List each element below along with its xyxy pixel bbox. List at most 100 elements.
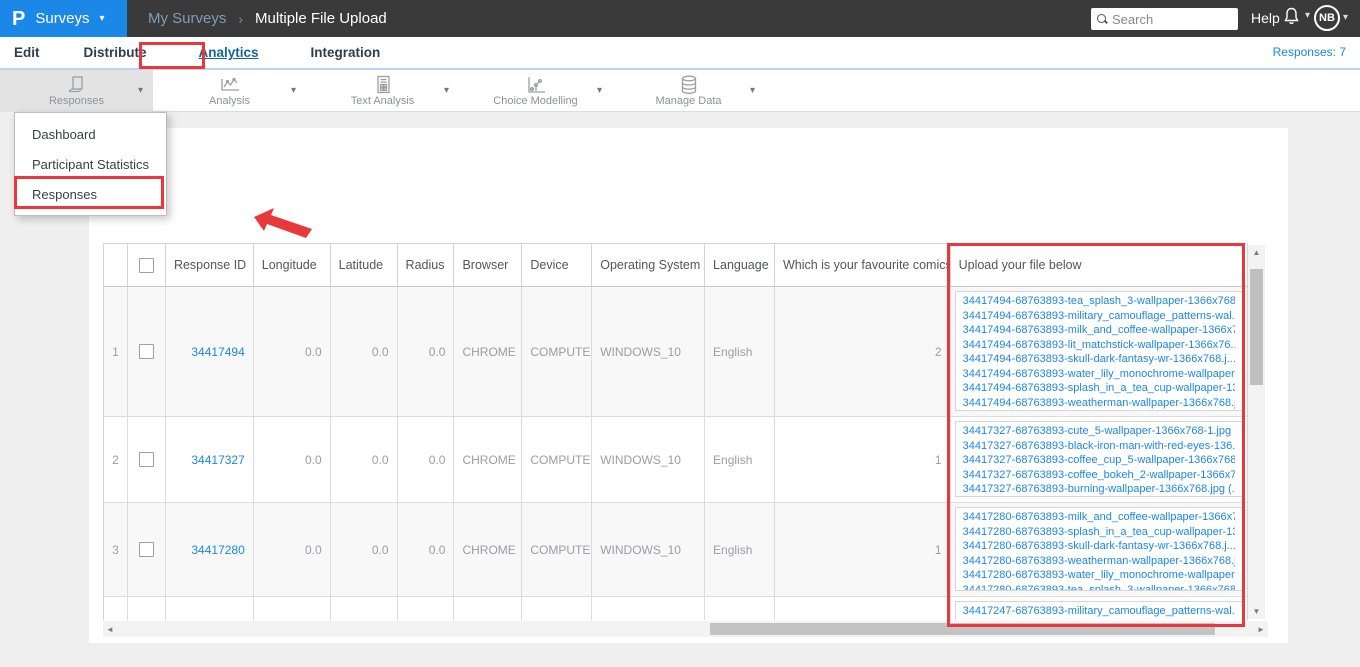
table-body: 1 34417494 0.0 0.0 0.0 CHROME COMPUTER WINDOWS_…	[103, 287, 1248, 620]
row-checkbox[interactable]	[138, 452, 154, 467]
tab-analytics[interactable]: Analytics	[199, 45, 259, 60]
file-link[interactable]: 34417280-68763893-tea_splash_3-wallpaper…	[963, 583, 1235, 591]
column-header-files[interactable]: Upload your file below	[951, 244, 1247, 286]
toolbar-group-text-analysis[interactable]: Text Analysis ▾	[306, 70, 459, 112]
vertical-scrollbar[interactable]: ▲ ▼	[1248, 245, 1265, 619]
chevron-down-icon: ▾	[1343, 12, 1349, 23]
response-id-link[interactable]: 34417494	[191, 345, 244, 359]
file-link[interactable]: 34417327-68763893-cute_5-wallpaper-1366x…	[963, 424, 1235, 439]
column-header-latitude[interactable]: Latitude	[331, 244, 398, 286]
column-header-language[interactable]: Language	[705, 244, 775, 286]
responses-dropdown-menu: Dashboard Participant Statistics Respons…	[14, 112, 167, 216]
table-row: 3 34417280 0.0 0.0 0.0 CHROME COMPUTER WINDOWS_…	[104, 503, 1247, 597]
file-link[interactable]: 34417494-68763893-splash_in_a_tea_cup-wa…	[963, 381, 1235, 396]
file-link[interactable]: 34417494-68763893-milk_and_coffee-wallpa…	[963, 323, 1235, 338]
cell-num: 2	[104, 417, 128, 502]
file-link[interactable]: 34417494-68763893-weatherman-wallpaper-1…	[963, 396, 1235, 411]
cell-radius	[398, 597, 455, 620]
cell-os: WINDOWS_10	[592, 287, 706, 416]
notifications-button[interactable]: ▾	[1282, 6, 1310, 26]
file-link[interactable]: 34417494-68763893-lit_matchstick-wallpap…	[963, 338, 1235, 353]
scroll-left-icon[interactable]: ◄	[103, 621, 117, 637]
analytics-toolbar: Responses ▾ Analysis ▾ Text Analysis ▾ C…	[0, 70, 1360, 112]
cell-os: WINDOWS_10	[592, 417, 706, 502]
vertical-scrollbar-thumb[interactable]	[1250, 269, 1263, 385]
column-header-radius[interactable]: Radius	[398, 244, 455, 286]
scroll-up-icon[interactable]: ▲	[1248, 245, 1265, 260]
table-header-row: Response ID▲ Longitude Latitude Radius Brows…	[103, 243, 1248, 287]
column-header-comics[interactable]: Which is your favourite comics?	[775, 244, 951, 286]
select-all-checkbox[interactable]	[138, 257, 154, 273]
row-checkbox[interactable]	[138, 542, 154, 557]
file-link[interactable]: 34417327-68763893-burning-wallpaper-1366…	[963, 482, 1235, 496]
help-link[interactable]: Help	[1251, 10, 1280, 26]
file-link[interactable]: 34417327-68763893-black-iron-man-with-re…	[963, 439, 1235, 454]
tab-edit[interactable]: Edit	[14, 45, 40, 60]
toolbar-group-responses[interactable]: Responses ▾	[0, 70, 153, 112]
response-id-link[interactable]: 34417280	[191, 543, 244, 557]
column-header-id[interactable]: Response ID▲	[166, 244, 254, 286]
file-link[interactable]: 34417247-68763893-splash_in_a_tea_cup-wa…	[963, 619, 1235, 621]
horizontal-scrollbar-thumb[interactable]	[710, 623, 1215, 635]
top-bar: P Surveys ▾ My Surveys › Multiple File U…	[0, 0, 1360, 37]
tab-integration[interactable]: Integration	[311, 45, 381, 60]
account-menu[interactable]: NB ▾	[1314, 5, 1348, 31]
bell-icon	[1284, 7, 1299, 25]
column-header-longitude[interactable]: Longitude	[254, 244, 331, 286]
surveys-product-menu[interactable]: P Surveys ▾	[0, 0, 127, 37]
file-link[interactable]: 34417280-68763893-weatherman-wallpaper-1…	[963, 554, 1235, 569]
file-link[interactable]: 34417280-68763893-skull-dark-fantasy-wr-…	[963, 539, 1235, 554]
breadcrumb-separator-icon: ›	[238, 10, 244, 27]
toolbar-group-analysis[interactable]: Analysis ▾	[153, 70, 306, 112]
cell-latitude: 0.0	[331, 287, 398, 416]
scroll-down-icon[interactable]: ▼	[1248, 604, 1265, 619]
column-header-label: Longitude	[261, 258, 317, 272]
cell-files: 34417327-68763893-cute_5-wallpaper-1366x…	[951, 417, 1247, 502]
menu-item-responses[interactable]: Responses	[15, 179, 166, 209]
tab-distribute[interactable]: Distribute	[84, 45, 147, 60]
cell-longitude	[254, 597, 331, 620]
file-link[interactable]: 34417494-68763893-military_camouflage_pa…	[963, 309, 1235, 324]
chevron-down-icon: ▾	[99, 12, 105, 24]
questionpro-logo-icon: P	[12, 7, 26, 30]
row-checkbox[interactable]	[138, 344, 154, 359]
responses-count-badge[interactable]: Responses: 7	[1273, 45, 1346, 59]
file-link[interactable]: 34417280-68763893-water_lily_monochrome-…	[963, 568, 1235, 583]
breadcrumb-my-surveys[interactable]: My Surveys	[148, 10, 226, 27]
file-link[interactable]: 34417327-68763893-coffee_cup_5-wallpaper…	[963, 453, 1235, 468]
uploaded-files-box: 34417247-68763893-military_camouflage_pa…	[954, 601, 1243, 621]
file-link[interactable]: 34417494-68763893-tea_splash_3-wallpaper…	[963, 294, 1235, 309]
cell-browser	[454, 597, 523, 620]
file-link[interactable]: 34417327-68763893-coffee_bokeh_2-wallpap…	[963, 468, 1235, 483]
cell-language: English	[705, 417, 775, 502]
response-id-link[interactable]: 34417327	[191, 453, 244, 467]
cell-device: COMPUTER	[522, 287, 593, 416]
cell-browser: CHROME	[454, 503, 523, 596]
cell-id	[166, 597, 254, 620]
global-search-input[interactable]	[1112, 11, 1222, 27]
cell-id: 34417280	[166, 503, 254, 596]
toolbar-group-choice-modelling[interactable]: Choice Modelling ▾	[459, 70, 612, 112]
horizontal-scrollbar[interactable]: ◄ ►	[103, 621, 1268, 637]
menu-item-dashboard[interactable]: Dashboard	[15, 119, 166, 149]
column-header-device[interactable]: Device	[522, 244, 593, 286]
file-link[interactable]: 34417280-68763893-milk_and_coffee-wallpa…	[963, 510, 1235, 525]
column-header-label: Which is your favourite comics?	[782, 258, 951, 272]
column-header-browser[interactable]: Browser	[454, 244, 523, 286]
toolbar-group-manage-data[interactable]: Manage Data ▾	[612, 70, 765, 112]
file-link[interactable]: 34417494-68763893-water_lily_monochrome-…	[963, 367, 1235, 382]
menu-item-participant-statistics[interactable]: Participant Statistics	[15, 149, 166, 179]
file-link[interactable]: 34417247-68763893-military_camouflage_pa…	[963, 604, 1235, 619]
column-header-os[interactable]: Operating System	[592, 244, 706, 286]
scroll-right-icon[interactable]: ►	[1254, 621, 1268, 637]
column-header-check[interactable]	[128, 244, 166, 286]
toolbar-group-label: Choice Modelling	[493, 95, 578, 107]
cell-comics: 1	[775, 503, 951, 596]
file-link[interactable]: 34417280-68763893-splash_in_a_tea_cup-wa…	[963, 525, 1235, 540]
chevron-down-icon: ▾	[137, 85, 143, 96]
cell-files: 34417247-68763893-military_camouflage_pa…	[951, 597, 1247, 620]
file-link[interactable]: 34417494-68763893-skull-dark-fantasy-wr-…	[963, 352, 1235, 367]
cell-language: English	[705, 503, 775, 596]
toolbar-group-label: Analysis	[209, 95, 250, 107]
cell-check	[128, 597, 166, 620]
